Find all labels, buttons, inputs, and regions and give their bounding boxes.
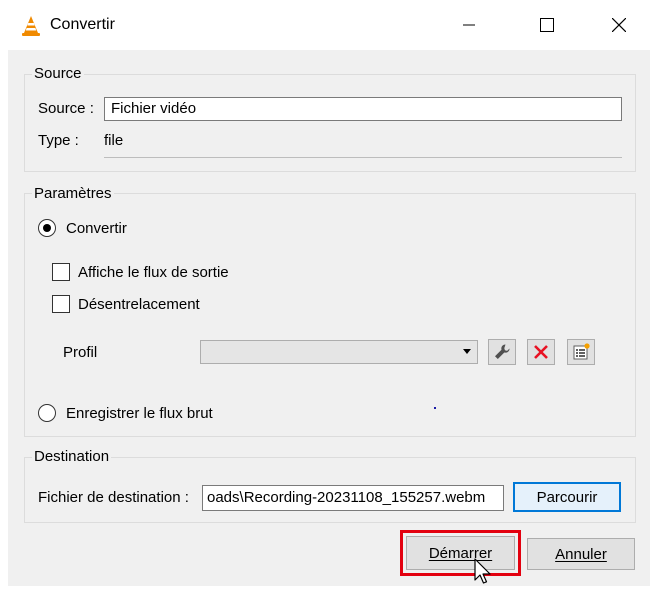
convert-label: Convertir: [66, 220, 127, 237]
radio-selected-dot: [43, 224, 51, 232]
new-profile-icon: [573, 343, 590, 360]
close-button[interactable]: [596, 7, 642, 43]
delete-x-icon: [534, 345, 548, 359]
stray-pixel: [434, 407, 436, 409]
title-bar: Convertir: [0, 0, 658, 50]
show-output-label: Affiche le flux de sortie: [78, 264, 229, 281]
vlc-cone-icon: [22, 16, 40, 36]
destination-file-label: Fichier de destination :: [38, 489, 189, 506]
type-label: Type :: [38, 132, 79, 149]
browse-button[interactable]: Parcourir: [513, 482, 621, 512]
source-label: Source :: [38, 100, 94, 117]
chevron-down-icon: [463, 349, 471, 354]
deinterlace-checkbox[interactable]: [52, 295, 70, 313]
edit-profile-button[interactable]: [488, 339, 516, 365]
maximize-icon: [540, 18, 554, 32]
mouse-cursor-icon: [474, 558, 491, 584]
profile-label: Profil: [63, 344, 98, 361]
wrench-icon: [495, 344, 510, 359]
type-value: file: [104, 132, 124, 149]
source-separator: [104, 157, 622, 158]
close-icon: [612, 18, 626, 32]
dump-raw-radio[interactable]: [38, 404, 56, 422]
show-output-checkbox[interactable]: [52, 263, 70, 281]
settings-group-title: Paramètres: [32, 185, 114, 202]
cancel-button[interactable]: Annuler: [527, 538, 635, 570]
deinterlace-label: Désentrelacement: [78, 296, 200, 313]
start-button[interactable]: Démarrer: [406, 536, 515, 570]
profile-dropdown[interactable]: [200, 340, 478, 364]
dump-raw-label: Enregistrer le flux brut: [66, 405, 213, 422]
maximize-button[interactable]: [524, 7, 570, 43]
source-group-title: Source: [32, 65, 84, 82]
minimize-icon: [463, 24, 475, 26]
new-profile-button[interactable]: [567, 339, 595, 365]
delete-profile-button[interactable]: [527, 339, 555, 365]
source-field[interactable]: Fichier vidéo: [104, 97, 622, 121]
destination-group-title: Destination: [32, 448, 112, 465]
window-title: Convertir: [50, 16, 115, 33]
destination-file-field[interactable]: oads\Recording-20231108_155257.webm: [202, 485, 504, 511]
convert-radio[interactable]: [38, 219, 56, 237]
cancel-button-label: Annuler: [555, 545, 607, 563]
minimize-button[interactable]: [446, 7, 492, 43]
